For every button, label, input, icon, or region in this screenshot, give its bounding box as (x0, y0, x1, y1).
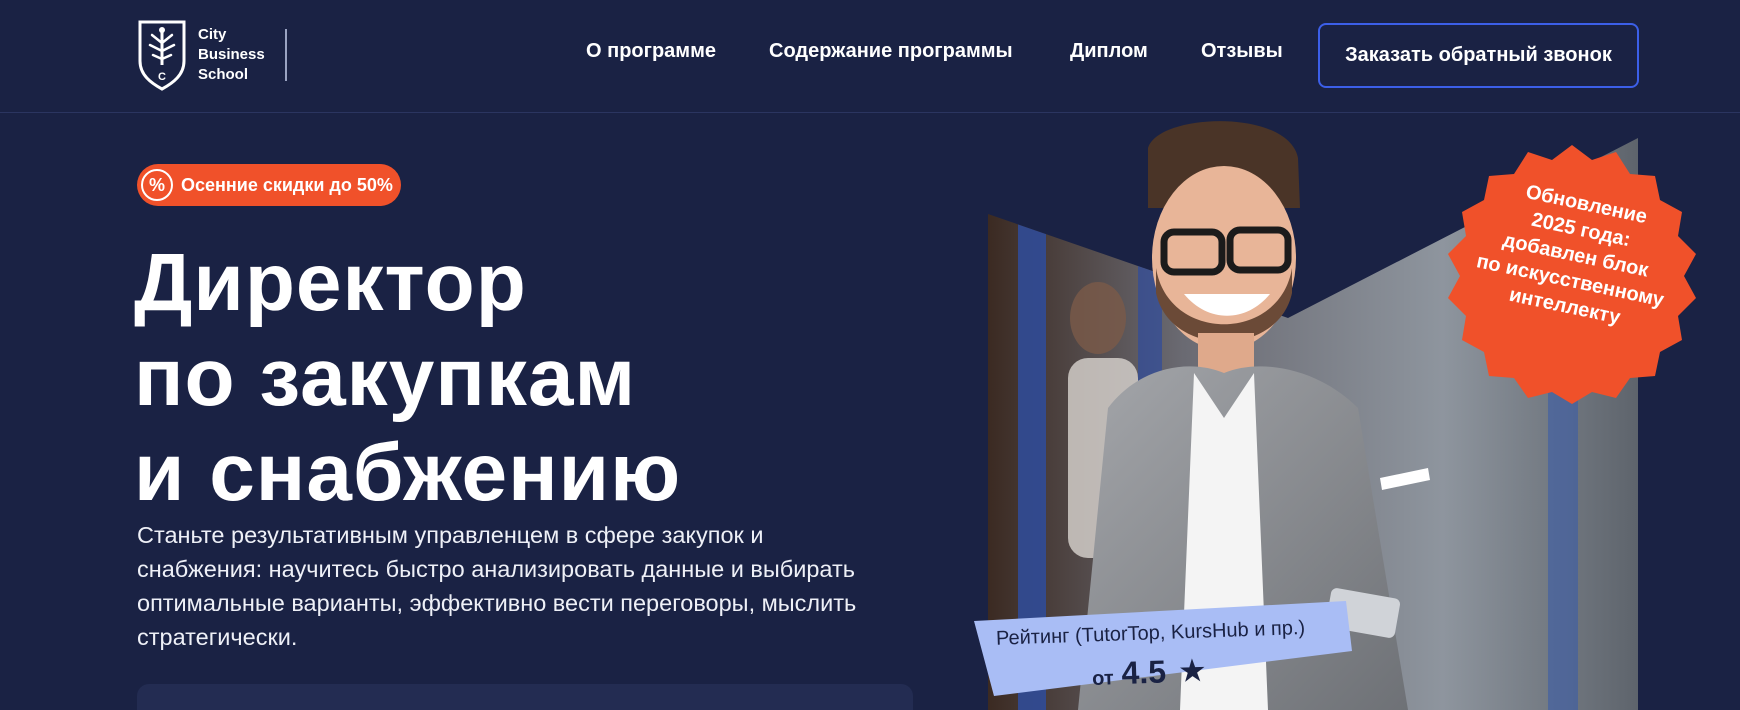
rating-from: от (1091, 667, 1115, 690)
nav-item-diploma[interactable]: Диплом (1070, 40, 1148, 63)
logo-line-business: Business (198, 46, 265, 63)
rating-value: от 4.5 ★ (1091, 652, 1207, 693)
nav-item-about[interactable]: О программе (586, 40, 716, 63)
logo-line-city: City (198, 26, 227, 43)
promo-text: Осенние скидки до 50% (181, 174, 393, 195)
logo-line-school: School (198, 66, 249, 83)
logo-divider (285, 29, 287, 81)
hero-description: Станьте результативным управленцем в сфе… (137, 522, 857, 650)
shield-letter: C (158, 71, 166, 83)
title-line-2: по закупкам (134, 332, 637, 423)
nav-item-content[interactable]: Содержание программы (769, 40, 1013, 63)
percent-icon: % (141, 169, 173, 201)
bottom-card (137, 684, 913, 710)
nav-item-reviews[interactable]: Отзывы (1201, 40, 1283, 63)
title-line-3: и снабжению (134, 427, 682, 518)
shield-tree-icon: C (138, 20, 186, 91)
star-icon: ★ (1177, 652, 1208, 689)
promo-badge[interactable]: % Осенние скидки до 50% (137, 164, 401, 206)
page-title: Директор по закупкам и снабжению (134, 235, 894, 520)
logo-text: City Business School (198, 25, 265, 85)
site-header: C City Business School О программе Содер… (0, 0, 1740, 113)
title-line-1: Директор (134, 237, 527, 328)
rating-number: 4.5 (1120, 653, 1167, 691)
callback-button[interactable]: Заказать обратный звонок (1318, 23, 1639, 88)
logo[interactable]: C City Business School (137, 19, 265, 91)
